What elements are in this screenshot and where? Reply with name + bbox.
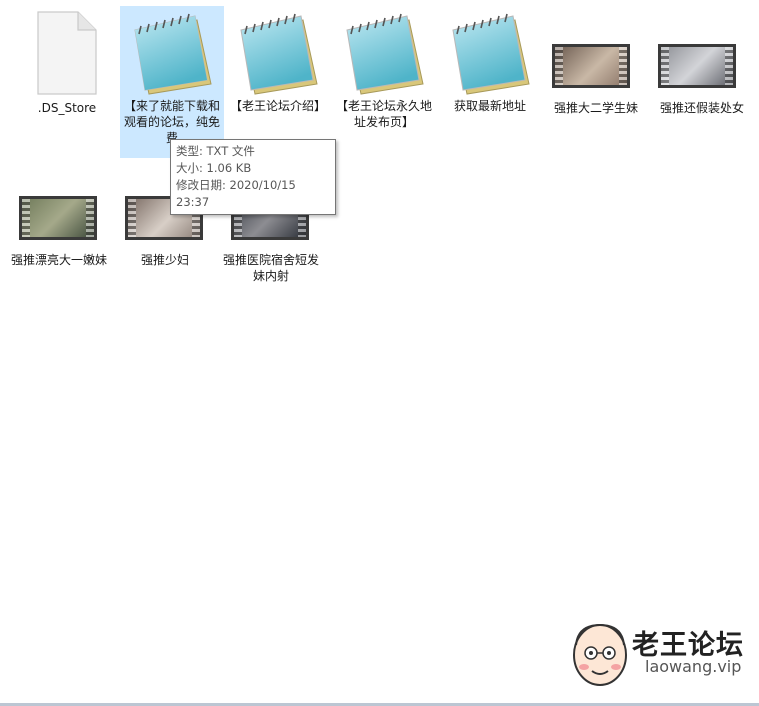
video-thumbnail-icon — [552, 44, 630, 88]
watermark: 老王论坛 laowang.vip — [566, 615, 756, 690]
video-thumbnail-icon — [19, 196, 97, 240]
file-label: 强推医院宿舍短发妹内射 — [222, 253, 319, 283]
file-video-2[interactable]: 强推还假装处女 — [650, 6, 754, 124]
notepad-icon — [346, 13, 424, 95]
file-label: 【老王论坛介绍】 — [229, 99, 326, 113]
blank-file-icon — [37, 11, 97, 95]
notepad-icon — [240, 13, 318, 95]
file-label: 强推少妇 — [140, 253, 189, 267]
file-label: 强推大二学生妹 — [553, 101, 638, 115]
file-info-tooltip: 类型: TXT 文件 大小: 1.06 KB 修改日期: 2020/10/15 … — [170, 139, 336, 215]
tooltip-type: 类型: TXT 文件 — [176, 144, 255, 158]
tooltip-size: 大小: 1.06 KB — [176, 161, 252, 175]
file-label: 【老王论坛永久地址发布页】 — [335, 99, 432, 129]
file-label: 强推还假装处女 — [659, 101, 744, 115]
file-forum-permanent-address[interactable]: 【老王论坛永久地址发布页】 — [332, 6, 436, 136]
file-ds-store[interactable]: .DS_Store — [15, 6, 119, 124]
file-label: 强推漂亮大一嫩妹 — [10, 253, 107, 267]
tooltip-date: 修改日期: 2020/10/15 23:37 — [176, 178, 296, 209]
file-label: 获取最新地址 — [453, 99, 526, 113]
notepad-icon — [134, 13, 212, 95]
watermark-url: laowang.vip — [645, 657, 742, 676]
file-latest-address[interactable]: 获取最新地址 — [438, 6, 542, 124]
notepad-icon — [452, 13, 530, 95]
file-video-3[interactable]: 强推漂亮大一嫩妹 — [7, 192, 111, 292]
file-video-1[interactable]: 强推大二学生妹 — [544, 6, 648, 124]
file-forum-intro[interactable]: 【老王论坛介绍】 — [226, 6, 330, 136]
file-label: .DS_Store — [37, 101, 97, 115]
file-forum-download[interactable]: 【来了就能下载和观看的论坛，纯免费 — [120, 6, 224, 158]
video-thumbnail-icon — [658, 44, 736, 88]
old-man-logo-icon — [573, 623, 627, 686]
